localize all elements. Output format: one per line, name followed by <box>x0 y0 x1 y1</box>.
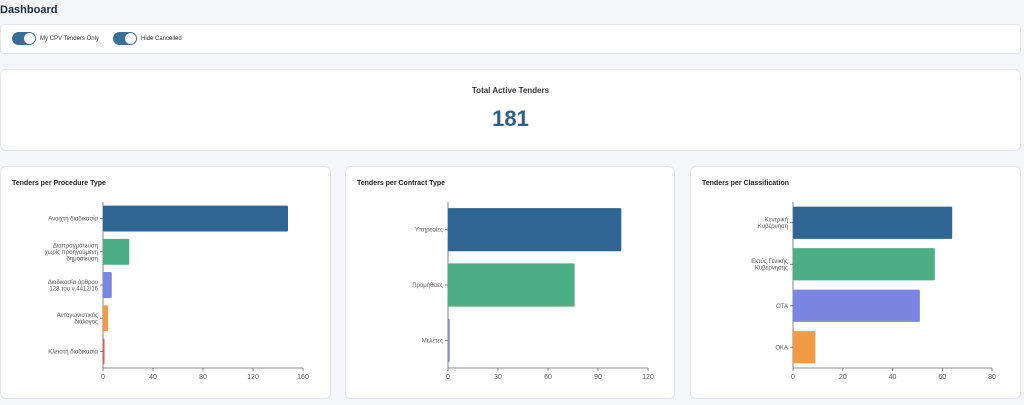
x-tick-label: 40 <box>889 374 897 381</box>
x-tick-label: 30 <box>494 374 502 381</box>
bar[interactable] <box>793 248 935 281</box>
x-tick-label: 160 <box>297 374 309 381</box>
classification-chart: Κεντρική Κυβέρνηση Εκτός Γενικής Κυβέρνησης… <box>751 202 996 381</box>
bar[interactable] <box>793 206 953 239</box>
toggle-switch-icon[interactable] <box>113 32 137 45</box>
chart-card-classification: Tenders per Classification Κεντρική Κυβέρ… <box>690 166 1021 399</box>
total-active-tenders-card: Total Active Tenders 181 <box>0 69 1021 151</box>
chart-card-procedure-type: Tenders per Procedure Type Ανοιχτή διαδι… <box>0 166 331 399</box>
toggle-label: Hide Cancelled <box>141 35 182 42</box>
x-tick-label: 60 <box>544 374 552 381</box>
chart-card-contract-type: Tenders per Contract Type Υπηρεσίες Προμή… <box>345 166 675 399</box>
bar[interactable] <box>448 318 450 362</box>
contract-type-chart: Υπηρεσίες Προμήθειες Μελέτες 0 30 60 90 120 <box>412 202 654 381</box>
x-tick-label: 80 <box>199 374 207 381</box>
x-tick-label: 80 <box>988 374 996 381</box>
x-tick-label: 40 <box>149 374 157 381</box>
category-label: Προμήθειες <box>412 282 443 289</box>
bar[interactable] <box>793 331 816 364</box>
category-label: Διαδικασία άρθρου 128 του ν.4412/16 <box>48 279 99 293</box>
bar[interactable] <box>103 205 288 232</box>
bar[interactable] <box>103 272 112 298</box>
category-label: Ανοιχτή διαδικασία <box>48 216 98 223</box>
category-label: ΟΤΑ <box>776 304 788 310</box>
category-label: Ανταγωνιστικός διάλογος <box>57 312 98 326</box>
procedure-type-chart: Ανοιχτή διαδικασία Διαπραγμάτευση χωρίς πρ… <box>45 202 309 381</box>
hide-cancelled-toggle[interactable]: Hide Cancelled <box>113 32 182 45</box>
x-tick-label: 20 <box>839 374 847 381</box>
category-label: Διαπραγμάτευση χωρίς προηγούμενη δημοσίευσ… <box>45 242 98 262</box>
bar[interactable] <box>448 263 575 307</box>
filter-toggle-bar: My CPV Tenders Only Hide Cancelled <box>0 24 1021 54</box>
x-tick-label: 120 <box>642 374 654 381</box>
x-tick-label: 0 <box>791 374 795 381</box>
bar[interactable] <box>103 238 130 265</box>
bar[interactable] <box>448 208 622 252</box>
category-label: Μελέτες <box>422 337 443 344</box>
x-tick-label: 60 <box>938 374 946 381</box>
toggle-label: My CPV Tenders Only <box>40 35 99 42</box>
x-tick-label: 0 <box>101 374 105 381</box>
total-label: Total Active Tenders <box>471 86 550 95</box>
page-title: Dashboard <box>0 4 58 16</box>
bar[interactable] <box>793 289 920 322</box>
my-cpv-tenders-toggle[interactable]: My CPV Tenders Only <box>12 32 99 45</box>
category-label: Κλειστή διαδικασία <box>48 348 98 355</box>
category-label: Εκτός Γενικής Κυβέρνησης <box>751 258 788 272</box>
category-label: Κεντρική Κυβέρνηση <box>758 217 788 231</box>
total-value: 181 <box>492 106 529 131</box>
x-tick-label: 120 <box>247 374 259 381</box>
category-label: ΟΚΑ <box>775 345 788 351</box>
x-tick-label: 90 <box>594 374 602 381</box>
category-label: Υπηρεσίες <box>415 228 443 234</box>
bar[interactable] <box>103 305 108 332</box>
bar[interactable] <box>103 338 105 365</box>
x-tick-label: 0 <box>446 374 450 381</box>
toggle-switch-icon[interactable] <box>12 32 36 45</box>
